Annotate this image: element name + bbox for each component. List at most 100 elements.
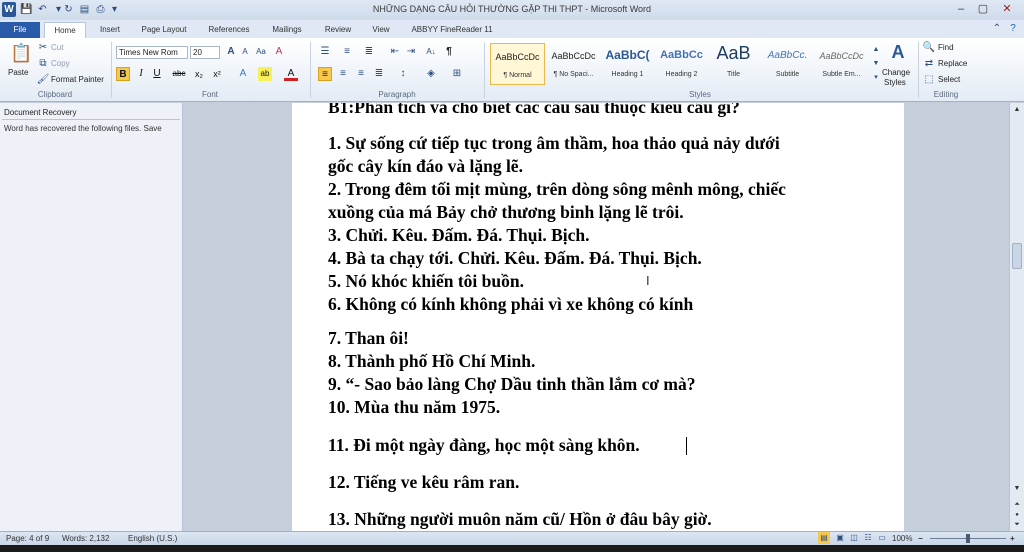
highlight-color-icon[interactable]: ab	[258, 67, 272, 81]
change-case-icon[interactable]: Aa	[254, 45, 268, 59]
style-heading-1[interactable]: AaBbC( Heading 1	[600, 43, 655, 85]
subscript-button[interactable]: x₂	[192, 67, 206, 81]
document-page[interactable]: B1:Phân tích và cho biết các câu sau thu…	[292, 103, 904, 531]
align-center-icon[interactable]: ≡	[336, 67, 350, 81]
style-title[interactable]: AaB Title	[706, 43, 761, 85]
find-icon[interactable]: 🔍	[922, 41, 936, 55]
copy-button[interactable]: Copy	[51, 59, 70, 68]
zoom-slider-thumb[interactable]	[966, 534, 970, 543]
tab-review[interactable]: Review	[318, 22, 358, 38]
scroll-down-icon[interactable]: ▼	[1011, 483, 1023, 495]
bullets-icon[interactable]: ☰	[318, 45, 332, 59]
line-spacing-icon[interactable]: ↕	[396, 67, 410, 81]
draft-view-icon[interactable]: ▭	[876, 532, 888, 544]
cut-button[interactable]: Cut	[51, 43, 63, 52]
minimize-ribbon-icon[interactable]: ⌃	[990, 22, 1004, 36]
doc-line[interactable]: 2. Trong đêm tối mịt mùng, trên dòng sôn…	[328, 179, 786, 200]
decrease-indent-icon[interactable]: ⇤	[388, 45, 402, 59]
numbering-icon[interactable]: ≡	[340, 45, 354, 59]
scroll-up-icon[interactable]: ▲	[1011, 104, 1023, 116]
multilevel-list-icon[interactable]: ≣	[362, 45, 376, 59]
language-indicator[interactable]: English (U.S.)	[128, 534, 177, 543]
clear-formatting-icon[interactable]: A	[272, 45, 286, 59]
align-right-icon[interactable]: ≡	[354, 67, 368, 81]
word-count[interactable]: Words: 2,132	[62, 534, 109, 543]
tab-mailings[interactable]: Mailings	[262, 22, 312, 38]
browse-object-icon[interactable]: ●	[1011, 511, 1023, 519]
sort-icon[interactable]: A↓	[424, 45, 438, 59]
close-button[interactable]: ✕	[996, 2, 1018, 17]
find-button[interactable]: Find	[938, 43, 954, 52]
doc-line[interactable]: 13. Những người muôn năm cũ/ Hồn ở đâu b…	[328, 509, 712, 530]
justify-icon[interactable]: ≣	[372, 67, 386, 81]
underline-button[interactable]: U	[150, 67, 164, 81]
zoom-level[interactable]: 100%	[892, 534, 912, 543]
replace-button[interactable]: Replace	[938, 59, 967, 68]
font-color-icon[interactable]: A	[284, 67, 298, 81]
cut-icon[interactable]: ✂	[36, 41, 50, 55]
doc-line[interactable]: 3. Chửi. Kêu. Đấm. Đá. Thụi. Bịch.	[328, 225, 590, 246]
strikethrough-button[interactable]: abc	[170, 67, 188, 81]
superscript-button[interactable]: x²	[210, 67, 224, 81]
maximize-button[interactable]: ▢	[972, 2, 994, 17]
doc-line[interactable]: 8. Thành phố Hồ Chí Minh.	[328, 351, 535, 372]
show-formatting-icon[interactable]: ¶	[442, 45, 456, 59]
tab-page-layout[interactable]: Page Layout	[134, 22, 194, 38]
select-icon[interactable]: ⬚	[922, 73, 936, 87]
full-screen-view-icon[interactable]: ▣	[834, 532, 846, 544]
styles-scroll-down-icon[interactable]: ▼	[869, 57, 883, 71]
increase-indent-icon[interactable]: ⇥	[404, 45, 418, 59]
page-indicator[interactable]: Page: 4 of 9	[6, 534, 49, 543]
tab-abbyy[interactable]: ABBYY FineReader 11	[404, 22, 500, 38]
font-name-combo[interactable]: Times New Rom	[116, 46, 188, 59]
bold-button[interactable]: B	[116, 67, 130, 81]
doc-line[interactable]: 10. Mùa thu năm 1975.	[328, 397, 500, 418]
italic-button[interactable]: I	[134, 67, 148, 81]
web-layout-view-icon[interactable]: ◫	[848, 532, 860, 544]
scroll-thumb[interactable]	[1012, 243, 1022, 269]
doc-line[interactable]: 11. Đi một ngày đàng, học một sàng khôn.	[328, 435, 640, 456]
text-effects-icon[interactable]: A	[236, 67, 250, 81]
tab-file[interactable]: File	[0, 22, 40, 38]
vertical-scrollbar[interactable]: ▲ ▼ ⏶ ● ⏷	[1009, 103, 1024, 531]
shrink-font-icon[interactable]: A	[238, 45, 252, 59]
doc-line[interactable]: 12. Tiếng ve kêu râm ran.	[328, 472, 519, 493]
style-heading-2[interactable]: AaBbCc Heading 2	[654, 43, 709, 85]
shading-icon[interactable]: ◈	[424, 67, 438, 81]
tab-references[interactable]: References	[200, 22, 258, 38]
change-styles-button[interactable]: Change	[882, 68, 910, 77]
style-subtitle[interactable]: AaBbCc. Subtitle	[760, 43, 815, 85]
style-no-spacing[interactable]: AaBbCcDc ¶ No Spaci...	[546, 43, 601, 85]
paste-icon[interactable]: 📋	[10, 42, 32, 64]
copy-icon[interactable]: ⧉	[36, 57, 50, 71]
print-layout-view-icon[interactable]: ▤	[818, 532, 830, 544]
paste-button[interactable]: Paste	[8, 68, 28, 77]
outline-view-icon[interactable]: ☷	[862, 532, 874, 544]
change-styles-icon[interactable]: A	[888, 42, 908, 62]
doc-line[interactable]: 5. Nó khóc khiến tôi buồn.	[328, 271, 524, 292]
font-size-combo[interactable]: 20	[190, 46, 220, 59]
next-page-icon[interactable]: ⏷	[1011, 519, 1023, 531]
style-normal[interactable]: AaBbCcDc ¶ Normal	[490, 43, 545, 85]
doc-line[interactable]: 9. “- Sao bảo làng Chợ Dầu tinh thần lắm…	[328, 374, 696, 395]
tab-home[interactable]: Home	[44, 22, 86, 38]
styles-more-icon[interactable]: ▾	[869, 71, 883, 85]
doc-line[interactable]: gốc cây kín đáo và lặng lẽ.	[328, 156, 523, 177]
doc-line[interactable]: 7. Than ôi!	[328, 328, 409, 349]
doc-line[interactable]: 1. Sự sống cứ tiếp tục trong âm thầm, ho…	[328, 133, 780, 154]
document-area[interactable]: B1:Phân tích và cho biết các câu sau thu…	[184, 103, 1009, 531]
doc-line[interactable]: 6. Không có kính không phải vì xe không …	[328, 294, 693, 315]
styles-scroll-up-icon[interactable]: ▲	[869, 43, 883, 57]
zoom-in-button[interactable]: +	[1010, 534, 1015, 543]
minimize-button[interactable]: –	[950, 2, 972, 17]
tab-insert[interactable]: Insert	[92, 22, 128, 38]
borders-icon[interactable]: ⊞	[450, 67, 464, 81]
doc-line[interactable]: 4. Bà ta chạy tới. Chửi. Kêu. Đấm. Đá. T…	[328, 248, 702, 269]
zoom-out-button[interactable]: −	[918, 534, 923, 543]
align-left-icon[interactable]: ≡	[318, 67, 332, 81]
select-button[interactable]: Select	[938, 75, 960, 84]
doc-line[interactable]: B1:Phân tích và cho biết các câu sau thu…	[328, 103, 740, 118]
format-painter-button[interactable]: Format Painter	[51, 75, 104, 84]
replace-icon[interactable]: ⇄	[922, 57, 936, 71]
grow-font-icon[interactable]: A	[224, 45, 238, 59]
